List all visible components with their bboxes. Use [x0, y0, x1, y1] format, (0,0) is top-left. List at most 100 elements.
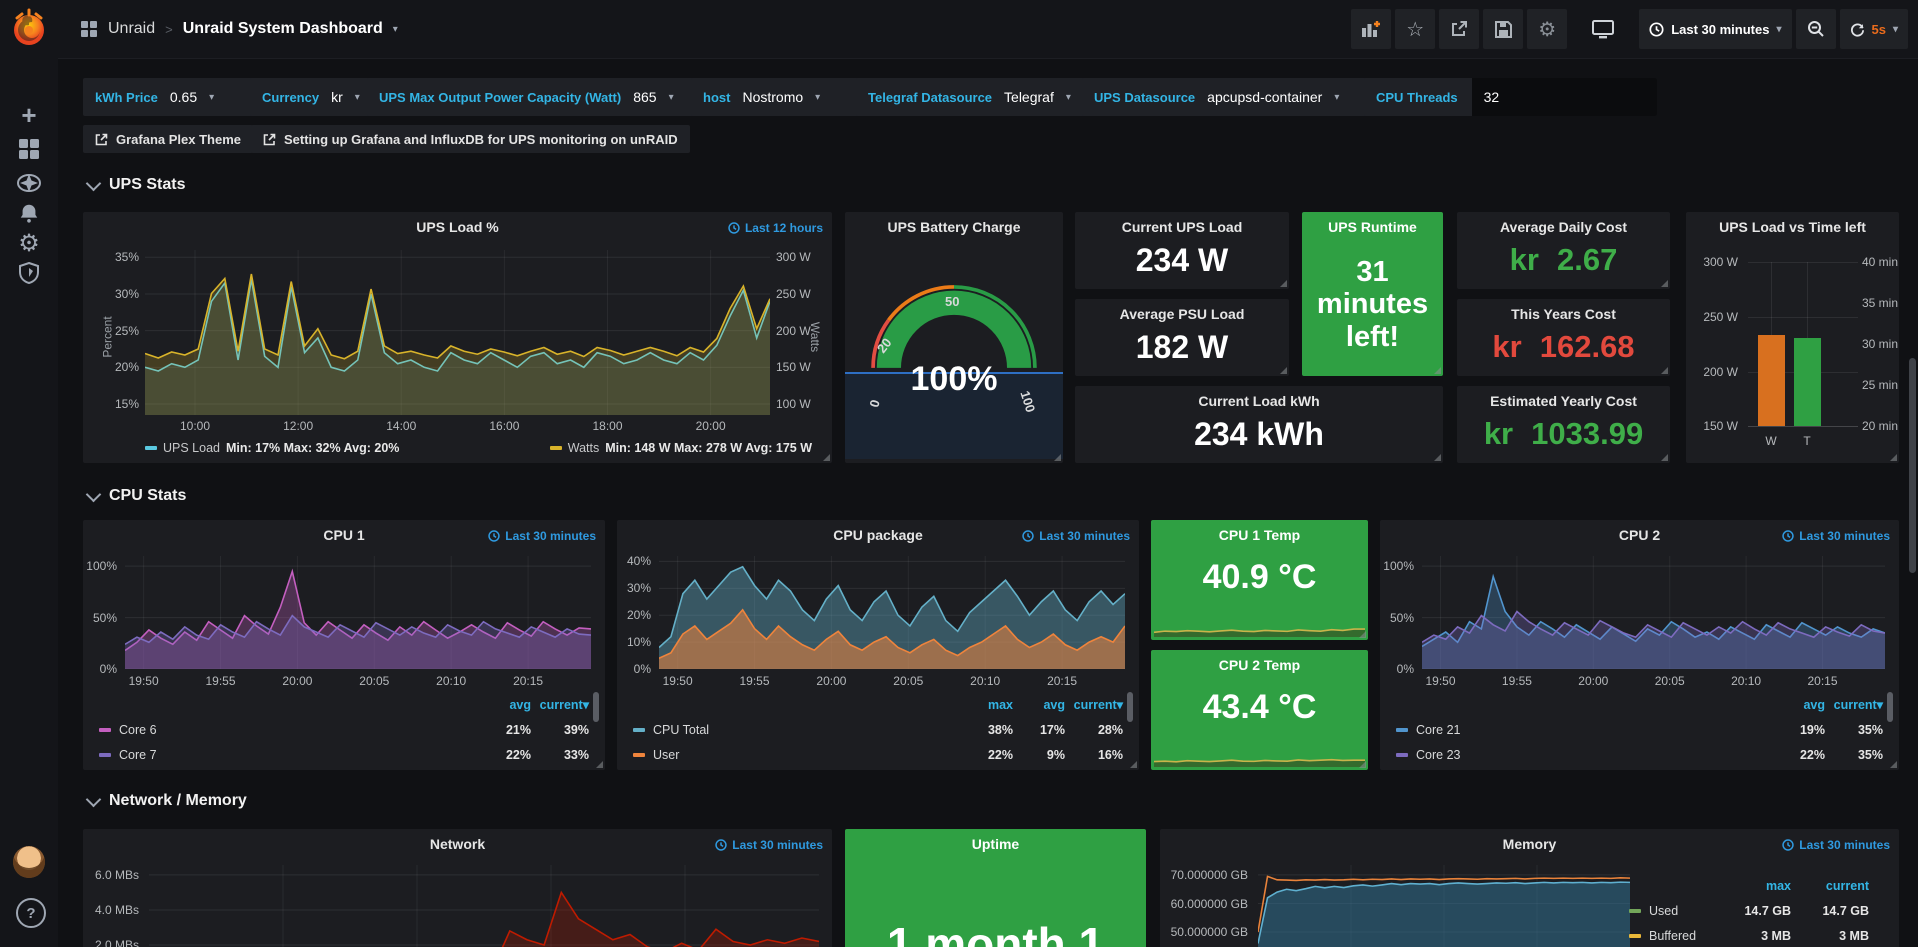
section-network-memory[interactable]: Network / Memory — [88, 792, 247, 810]
time-range-picker[interactable]: Last 30 minutes ▾ — [1639, 9, 1791, 49]
breadcrumb-folder[interactable]: Unraid — [108, 20, 155, 38]
server-admin-shield-icon[interactable] — [0, 256, 58, 290]
refresh-picker[interactable]: 5s ▾ — [1840, 9, 1909, 49]
breadcrumb-dashboard-title[interactable]: Unraid System Dashboard — [183, 20, 383, 38]
network-chart[interactable] — [149, 865, 819, 947]
legend-scrollbar[interactable] — [593, 692, 599, 722]
variable-telegraf-datasource[interactable]: Telegraf Datasource Telegraf ▾ — [856, 78, 1094, 116]
legend-header-current[interactable]: current▾ — [531, 697, 589, 712]
legend-scrollbar[interactable] — [1887, 692, 1893, 722]
cycle-view-monitor-icon[interactable] — [1583, 9, 1623, 49]
x-tick: 20:15 — [513, 674, 543, 688]
panel-title[interactable]: Memory — [1200, 836, 1859, 852]
variable-currency[interactable]: Currency kr ▾ — [250, 78, 379, 116]
panel-title[interactable]: UPS Load vs Time left — [1692, 219, 1893, 235]
legend-item[interactable]: UPS Load Min: 17% Max: 32% Avg: 20% — [145, 441, 399, 455]
panel-title[interactable]: UPS Runtime — [1308, 219, 1437, 235]
legend-series-stats: Min: 148 W Max: 278 W Avg: 175 W — [605, 441, 812, 455]
legend-item[interactable]: Watts Min: 148 W Max: 278 W Avg: 175 W — [550, 441, 812, 455]
panel-title[interactable]: CPU 2 Temp — [1159, 657, 1360, 673]
bar-time-left[interactable] — [1794, 338, 1821, 426]
ups-bar-chart[interactable] — [1748, 262, 1858, 426]
y-axis-left: 100%50%0% — [1380, 556, 1420, 669]
page-scrollbar[interactable] — [1909, 358, 1916, 573]
bar-watts[interactable] — [1758, 335, 1785, 426]
time-range-label: Last 30 minutes — [1671, 22, 1769, 37]
variable-label: host — [703, 90, 730, 105]
legend-header-current[interactable]: current▾ — [1825, 697, 1883, 712]
y-tick: 300 W — [1703, 255, 1738, 269]
dashboards-icon[interactable] — [0, 132, 58, 166]
sidebar: + ⚙ ? — [0, 0, 58, 947]
panel-title[interactable]: UPS Load % — [123, 219, 792, 235]
panel-title[interactable]: This Years Cost — [1465, 306, 1662, 322]
variable-ups-max-output[interactable]: UPS Max Output Power Capacity (Watt) 865… — [367, 78, 700, 116]
dashboard-settings-gear-icon[interactable]: ⚙ — [1527, 9, 1567, 49]
y-tick: 250 W — [776, 287, 811, 301]
apps-grid-icon[interactable] — [80, 20, 98, 38]
legend-header-avg[interactable]: avg — [479, 698, 531, 712]
section-ups-stats[interactable]: UPS Stats — [88, 176, 185, 194]
legend-header-max[interactable]: max — [1721, 879, 1791, 893]
variable-ups-datasource[interactable]: UPS Datasource apcupsd-container ▾ — [1082, 78, 1376, 116]
grafana-logo-icon[interactable] — [9, 6, 49, 50]
amount: 162.68 — [1540, 329, 1635, 365]
legend-series[interactable]: Core 7 — [99, 748, 479, 762]
configuration-gear-icon[interactable]: ⚙ — [0, 226, 58, 260]
legend-series[interactable]: Core 23 — [1396, 748, 1773, 762]
section-cpu-stats[interactable]: CPU Stats — [88, 487, 186, 505]
cpu-package-chart[interactable] — [659, 556, 1125, 669]
legend-header-current[interactable]: current▾ — [1065, 697, 1123, 712]
memory-chart[interactable] — [1258, 865, 1630, 947]
explore-icon[interactable] — [0, 166, 58, 200]
legend-header-current[interactable]: current — [1791, 879, 1869, 893]
cpu2-chart[interactable] — [1422, 556, 1885, 669]
zoom-out-button[interactable] — [1796, 9, 1836, 49]
panel-title[interactable]: UPS Battery Charge — [855, 219, 1053, 235]
ups-load-chart[interactable] — [145, 250, 770, 415]
legend-value: 22% — [479, 748, 531, 762]
legend-series[interactable]: Used — [1629, 904, 1721, 918]
panel-title[interactable]: Network — [123, 836, 792, 852]
dashboard-dropdown-caret-icon[interactable]: ▾ — [393, 24, 398, 35]
legend-scrollbar[interactable] — [1127, 692, 1133, 722]
help-icon[interactable]: ? — [16, 898, 46, 928]
star-dashboard-button[interactable]: ☆ — [1395, 9, 1435, 49]
save-dashboard-button[interactable] — [1483, 9, 1523, 49]
panel-current-load-kwh: Current Load kWh 234 kWh — [1075, 386, 1443, 463]
y-tick: 40 min — [1862, 255, 1898, 269]
legend-series[interactable]: Buffered — [1629, 929, 1721, 943]
y-tick: 6.0 MBs — [95, 868, 139, 882]
share-dashboard-button[interactable] — [1439, 9, 1479, 49]
panel-title[interactable]: Average Daily Cost — [1465, 219, 1662, 235]
link-grafana-plex-theme[interactable]: Grafana Plex Theme — [83, 125, 253, 153]
user-avatar[interactable] — [13, 846, 45, 878]
caret-down-icon: ▾ — [1334, 92, 1339, 103]
legend-series[interactable]: Core 6 — [99, 723, 479, 737]
panel-title[interactable]: Current UPS Load — [1083, 219, 1281, 235]
legend-series[interactable]: User — [633, 748, 961, 762]
variable-host[interactable]: host Nostromo ▾ — [691, 78, 868, 116]
legend-header-avg[interactable]: avg — [1013, 698, 1065, 712]
panel-title[interactable]: Uptime — [885, 836, 1106, 852]
x-tick: 20:00 — [1578, 674, 1608, 688]
cpu-threads-input[interactable]: 32 — [1472, 78, 1657, 116]
panel-title[interactable]: Average PSU Load — [1083, 306, 1281, 322]
y-tick: 0% — [634, 662, 651, 676]
panel-title[interactable]: CPU 1 Temp — [1159, 527, 1360, 543]
variable-value: 0.65 — [170, 89, 197, 105]
variable-label: Currency — [262, 90, 319, 105]
add-panel-button[interactable] — [1351, 9, 1391, 49]
panel-title[interactable]: Estimated Yearly Cost — [1465, 393, 1662, 409]
legend-header-avg[interactable]: avg — [1773, 698, 1825, 712]
cpu1-chart[interactable] — [125, 556, 591, 669]
variable-kwh-price[interactable]: kWh Price 0.65 ▾ — [83, 78, 261, 116]
panel-title[interactable]: Current Load kWh — [1083, 393, 1435, 409]
legend-series[interactable]: Core 21 — [1396, 723, 1773, 737]
legend-header-max[interactable]: max — [961, 698, 1013, 712]
panel-time-override: Last 30 minutes — [488, 529, 596, 543]
new-panel-icon[interactable]: + — [0, 98, 58, 132]
legend-series[interactable]: CPU Total — [633, 723, 961, 737]
link-grafana-influxdb-ups-guide[interactable]: Setting up Grafana and InfluxDB for UPS … — [251, 125, 690, 153]
alerting-bell-icon[interactable] — [0, 196, 58, 230]
